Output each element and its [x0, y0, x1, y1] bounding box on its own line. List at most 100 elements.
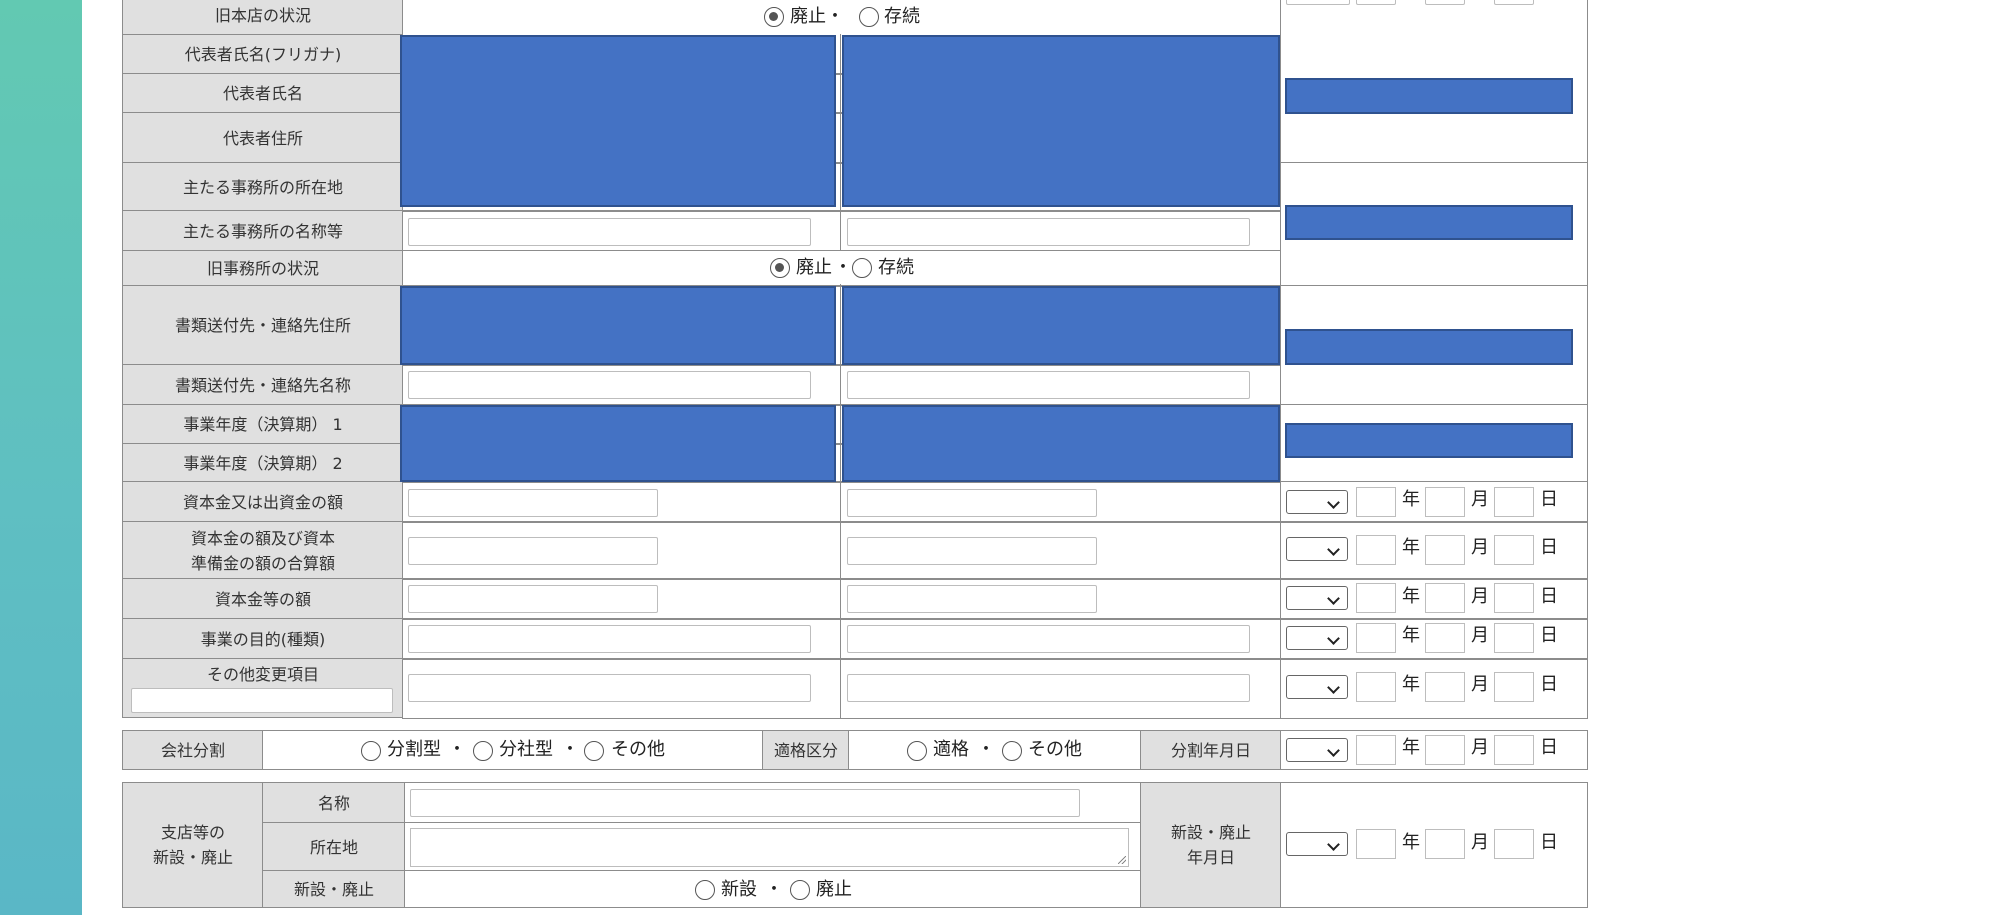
old-office-abolish-radio[interactable] — [770, 258, 790, 278]
separator: ・ — [448, 739, 466, 760]
old-hq-abolish-label: 廃止 — [790, 6, 826, 27]
qualified-radio[interactable] — [907, 741, 927, 761]
purpose-input-right[interactable] — [847, 625, 1250, 653]
day-input[interactable] — [1494, 623, 1534, 653]
day-unit: 日 — [1540, 489, 1558, 510]
capital-sum-input-left[interactable] — [408, 537, 658, 565]
row-divider — [1280, 521, 1588, 523]
label-rep-addr: 代表者住所 — [122, 112, 404, 164]
redacted-block — [400, 35, 836, 207]
label-branch-setup: 新設・廃止 — [262, 870, 406, 908]
old-hq-abolish-radio[interactable] — [764, 7, 784, 27]
capital-input-left[interactable] — [408, 489, 658, 517]
redacted-block — [1285, 329, 1573, 365]
branch-abolish-radio[interactable] — [790, 880, 810, 900]
office-name-input-right[interactable] — [847, 218, 1250, 246]
day-input[interactable] — [1494, 583, 1534, 613]
separator: ・ — [561, 739, 579, 760]
label-rep-name: 代表者氏名 — [122, 73, 404, 114]
capital-etc-input-left[interactable] — [408, 585, 658, 613]
redacted-block — [1285, 205, 1573, 240]
year-unit: 年 — [1402, 674, 1420, 695]
era-select[interactable] — [1286, 675, 1348, 699]
day-unit: 日 — [1540, 586, 1558, 607]
qualify-other-label: その他 — [1028, 739, 1082, 760]
month-input[interactable] — [1425, 735, 1465, 765]
split-type-b-radio[interactable] — [473, 741, 493, 761]
office-name-input-left[interactable] — [408, 218, 811, 246]
day-input[interactable] — [1494, 535, 1534, 565]
purpose-input-left[interactable] — [408, 625, 811, 653]
year-input[interactable] — [1356, 583, 1396, 613]
other-item-input[interactable] — [131, 688, 393, 713]
other-input-right[interactable] — [847, 674, 1250, 702]
label-old-office: 旧事務所の状況 — [122, 250, 404, 287]
year-unit: 年 — [1402, 489, 1420, 510]
old-hq-date-fragment[interactable] — [1425, 0, 1465, 5]
row-divider — [402, 658, 1282, 660]
other-input-left[interactable] — [408, 674, 811, 702]
year-unit: 年 — [1402, 737, 1420, 758]
era-select[interactable] — [1286, 490, 1348, 514]
old-office-exist-radio[interactable] — [852, 258, 872, 278]
split-type-a-radio[interactable] — [361, 741, 381, 761]
year-unit: 年 — [1402, 586, 1420, 607]
month-input[interactable] — [1425, 535, 1465, 565]
qualified-label: 適格 — [933, 739, 969, 760]
branch-location-textarea[interactable] — [410, 828, 1129, 867]
year-unit: 年 — [1402, 537, 1420, 558]
row-divider — [1280, 618, 1588, 620]
label-fy2: 事業年度（決算期） 2 — [122, 443, 404, 483]
day-input[interactable] — [1494, 829, 1534, 859]
year-input[interactable] — [1356, 735, 1396, 765]
capital-etc-input-right[interactable] — [847, 585, 1097, 613]
month-input[interactable] — [1425, 487, 1465, 517]
month-input[interactable] — [1425, 829, 1465, 859]
label-capital: 資本金又は出資金の額 — [122, 481, 404, 523]
branch-name-input[interactable] — [410, 789, 1080, 817]
old-hq-date-fragment[interactable] — [1286, 0, 1350, 5]
redacted-block — [842, 35, 1280, 207]
label-branch-date: 新設・廃止 年月日 — [1140, 782, 1282, 908]
year-input[interactable] — [1356, 829, 1396, 859]
old-hq-date-fragment[interactable] — [1356, 0, 1396, 5]
label-office-loc: 主たる事務所の所在地 — [122, 162, 404, 212]
old-hq-date-fragment[interactable] — [1494, 0, 1534, 5]
year-input[interactable] — [1356, 535, 1396, 565]
label-branch: 支店等の 新設・廃止 — [122, 782, 264, 908]
month-unit: 月 — [1471, 674, 1489, 695]
label-branch-name: 名称 — [262, 782, 406, 824]
row-divider — [1280, 578, 1588, 580]
day-input[interactable] — [1494, 735, 1534, 765]
year-input[interactable] — [1356, 623, 1396, 653]
era-select[interactable] — [1286, 832, 1348, 856]
year-unit: 年 — [1402, 832, 1420, 853]
capital-sum-input-right[interactable] — [847, 537, 1097, 565]
doc-name-input-right[interactable] — [847, 371, 1250, 399]
capital-input-right[interactable] — [847, 489, 1097, 517]
doc-name-input-left[interactable] — [408, 371, 811, 399]
branch-new-radio[interactable] — [695, 880, 715, 900]
era-select[interactable] — [1286, 537, 1348, 561]
era-select[interactable] — [1286, 626, 1348, 650]
label-branch-loc: 所在地 — [262, 822, 406, 872]
month-input[interactable] — [1425, 672, 1465, 702]
split-other-radio[interactable] — [584, 741, 604, 761]
era-select[interactable] — [1286, 738, 1348, 762]
year-input[interactable] — [1356, 672, 1396, 702]
old-hq-exist-radio[interactable] — [859, 7, 879, 27]
sidebar-strip — [0, 0, 82, 915]
day-input[interactable] — [1494, 487, 1534, 517]
month-unit: 月 — [1471, 537, 1489, 558]
qualify-other-radio[interactable] — [1002, 741, 1022, 761]
split-type-b-label: 分社型 — [499, 739, 553, 760]
day-input[interactable] — [1494, 672, 1534, 702]
year-input[interactable] — [1356, 487, 1396, 517]
label-fy1: 事業年度（決算期） 1 — [122, 404, 404, 445]
month-input[interactable] — [1425, 583, 1465, 613]
month-input[interactable] — [1425, 623, 1465, 653]
redacted-block — [400, 405, 836, 482]
era-select[interactable] — [1286, 586, 1348, 610]
day-unit: 日 — [1540, 832, 1558, 853]
old-hq-date-cell — [1280, 0, 1588, 35]
